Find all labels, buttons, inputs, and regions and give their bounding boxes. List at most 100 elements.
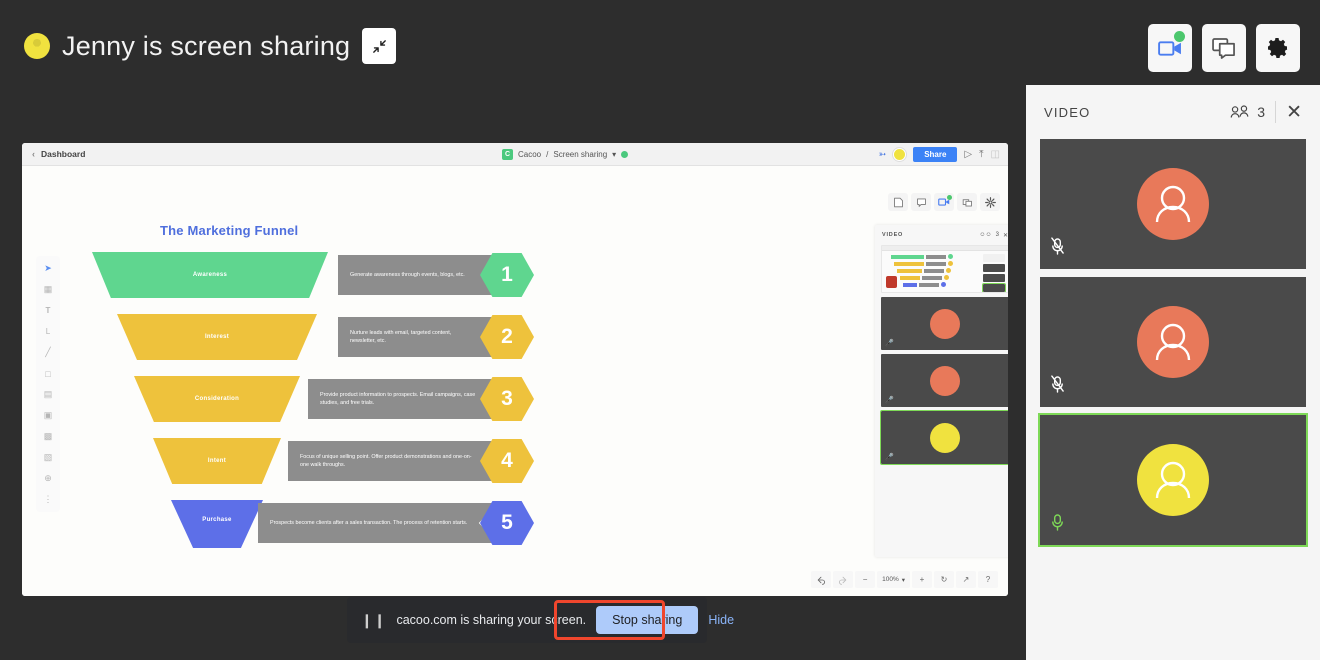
thumbnail-video-column <box>983 254 1005 293</box>
avatar <box>930 309 960 339</box>
funnel-stage-row: Interest Nurture leads with email, targe… <box>92 310 532 371</box>
shapes-tool-icon[interactable]: ▦ <box>39 282 57 297</box>
share-notification-text: cacoo.com is sharing your screen. <box>396 613 586 627</box>
export-icon[interactable]: ⤒ <box>979 149 983 160</box>
funnel-stage-shape[interactable]: Consideration <box>134 376 300 422</box>
grid-layout-icon[interactable]: ◫ <box>991 149 1000 160</box>
sticky-note-tool-icon[interactable]: □ <box>39 366 57 381</box>
funnel-stage-row: Intent Focus of unique selling point. Of… <box>92 434 532 495</box>
shared-screen-canvas: ➤ ▦ T L ╱ □ ▤ ▣ ▩ ▧ ⊕ ⋮ The Marketing Fu… <box>22 166 1008 596</box>
chevron-down-icon[interactable]: ▾ <box>612 150 616 159</box>
zoom-in-button[interactable]: + <box>912 571 932 588</box>
breadcrumb-separator: / <box>546 150 548 159</box>
comment-tool-icon[interactable]: ⊕ <box>39 471 57 486</box>
video-panel-title: VIDEO <box>1044 105 1090 120</box>
video-panel-header-actions: 3 ✕ <box>1230 101 1302 123</box>
collaborator-avatar[interactable] <box>893 148 906 161</box>
video-toggle-button[interactable] <box>1148 24 1192 72</box>
back-to-dashboard-link[interactable]: ‹ Dashboard <box>32 149 85 159</box>
nested-screenshare-thumbnail[interactable] <box>881 245 1008 293</box>
cursor-tool-icon[interactable]: ➤ <box>39 261 57 276</box>
nested-video-tile[interactable]: 🎤 <box>881 297 1008 350</box>
funnel-stage-shape[interactable]: Intent <box>153 438 281 484</box>
breadcrumb-app[interactable]: Cacoo <box>518 150 541 159</box>
close-icon[interactable]: ✕ <box>1003 232 1008 239</box>
redo-button[interactable] <box>833 571 853 588</box>
funnel-stage-shape[interactable]: Awareness <box>92 252 328 298</box>
top-actions <box>1148 24 1300 72</box>
pencil-tool-icon[interactable]: ╱ <box>39 345 57 360</box>
funnel-stage-label: Awareness <box>193 272 227 278</box>
chevron-left-icon: ‹ <box>32 149 35 159</box>
present-icon[interactable]: ▷ <box>964 149 972 160</box>
canvas-bottom-toolbar: − 100% ▾ + ↻ ↗ ? <box>811 571 998 588</box>
nested-video-title: VIDEO <box>882 232 903 238</box>
gear-icon[interactable] <box>980 193 1000 211</box>
participant-count: 3 <box>996 232 999 238</box>
zoom-out-button[interactable]: − <box>855 571 875 588</box>
cacoo-logo-icon: C <box>502 149 513 160</box>
mic-muted-icon <box>1050 375 1065 399</box>
funnel-stage-label: Interest <box>205 334 229 340</box>
line-tool-icon[interactable]: L <box>39 324 57 339</box>
collapse-button[interactable] <box>362 28 396 64</box>
mic-muted-icon: 🎤 <box>885 396 894 404</box>
help-button[interactable]: ? <box>978 571 998 588</box>
funnel-stage-label: Purchase <box>202 517 231 523</box>
comment-icon[interactable] <box>911 193 931 211</box>
nested-video-tile[interactable]: 🎤 <box>881 354 1008 407</box>
video-camera-icon[interactable] <box>934 193 954 211</box>
breadcrumb-page[interactable]: Screen sharing <box>553 150 607 159</box>
chevron-down-icon: ▾ <box>902 576 905 584</box>
mic-muted-icon: 🎤 <box>885 339 894 347</box>
more-tools-icon[interactable]: ⋮ <box>39 492 57 507</box>
text-tool-icon[interactable]: T <box>39 303 57 318</box>
frame-tool-icon[interactable]: ▣ <box>39 408 57 423</box>
thumbnail-highlight-box <box>886 276 897 288</box>
funnel-stage-row: Consideration Provide product informatio… <box>92 372 532 433</box>
windows-icon[interactable] <box>957 193 977 211</box>
thumbnail-funnel <box>891 254 953 289</box>
hide-link[interactable]: Hide <box>708 613 734 627</box>
funnel-stage-row: Purchase Prospects become clients after … <box>92 496 532 557</box>
funnel-stage-row: Awareness Generate awareness through eve… <box>92 248 532 309</box>
layout-windows-button[interactable] <box>1202 24 1246 72</box>
close-panel-button[interactable]: ✕ <box>1286 103 1302 122</box>
activity-button[interactable]: ↗ <box>956 571 976 588</box>
zoom-level-selector[interactable]: 100% ▾ <box>877 571 910 588</box>
gear-icon <box>1266 36 1290 60</box>
pause-icon[interactable]: ❙❙ <box>361 612 386 629</box>
mic-muted-icon <box>1050 237 1065 261</box>
funnel-description-text: Nurture leads with email, targeted conte… <box>350 329 476 346</box>
video-tiles-list <box>1026 139 1320 545</box>
video-tile[interactable] <box>1040 277 1306 407</box>
collapse-arrows-icon <box>371 38 388 55</box>
share-button[interactable]: Share <box>913 147 957 162</box>
zoom-level-value: 100% <box>882 576 899 583</box>
windows-chat-icon <box>1212 38 1237 59</box>
people-icon: ☺☺ <box>979 232 991 238</box>
undo-button[interactable] <box>811 571 831 588</box>
chart-tool-icon[interactable]: ▩ <box>39 429 57 444</box>
video-tile[interactable] <box>1040 139 1306 269</box>
avatar <box>1137 306 1209 378</box>
stop-sharing-button[interactable]: Stop sharing <box>596 606 698 634</box>
participants-count-button[interactable]: 3 <box>1230 104 1265 120</box>
funnel-description-shape: Provide product information to prospects… <box>308 379 498 419</box>
thumbnail-topbar <box>882 246 1008 251</box>
video-tile-active-speaker[interactable] <box>1040 415 1306 545</box>
back-label: Dashboard <box>41 149 85 159</box>
image-tool-icon[interactable]: ▧ <box>39 450 57 465</box>
funnel-stage-shape[interactable]: Purchase <box>171 500 263 548</box>
mic-unmuted-icon <box>1050 513 1065 537</box>
nested-video-tile-active[interactable]: 🎤 <box>881 411 1008 464</box>
history-button[interactable]: ↻ <box>934 571 954 588</box>
funnel-stage-shape[interactable]: Interest <box>117 314 317 360</box>
page-icon[interactable] <box>888 193 908 211</box>
presenter-avatar <box>24 33 50 59</box>
settings-button[interactable] <box>1256 24 1300 72</box>
funnel-description-text: Focus of unique selling point. Offer pro… <box>300 453 476 470</box>
table-tool-icon[interactable]: ▤ <box>39 387 57 402</box>
top-bar: Jenny is screen sharing <box>0 0 1320 96</box>
funnel-stage-label: Intent <box>208 458 226 464</box>
